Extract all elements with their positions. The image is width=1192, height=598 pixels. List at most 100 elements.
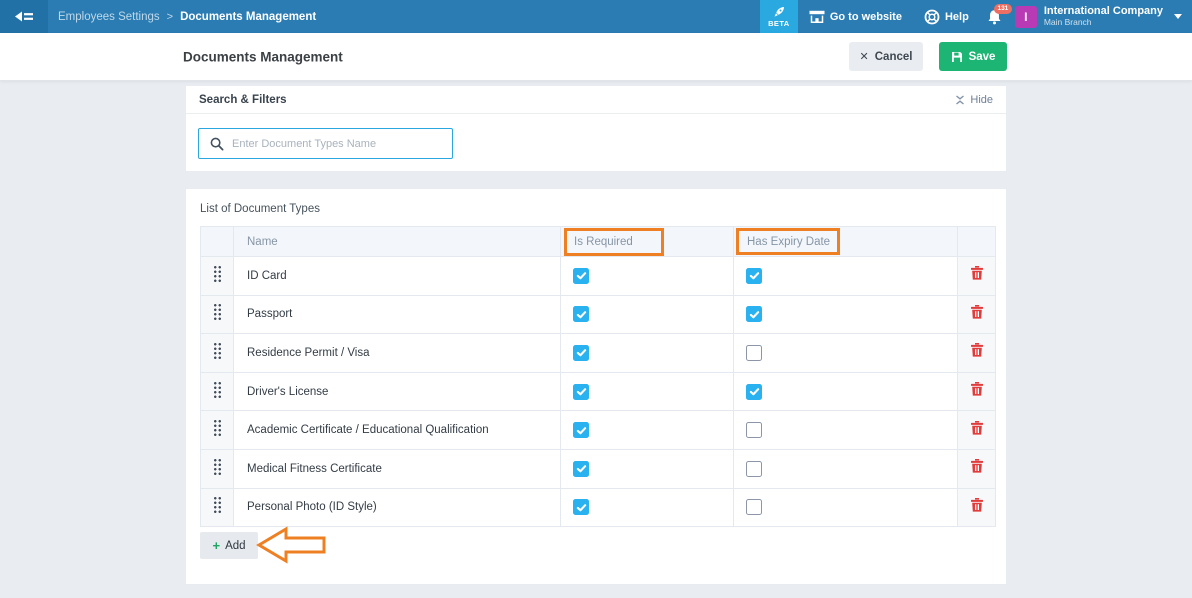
check-mark-icon — [749, 386, 760, 397]
hide-label: Hide — [970, 94, 993, 106]
cancel-label: Cancel — [875, 51, 913, 63]
drag-handle-icon[interactable] — [213, 496, 222, 513]
delete-cell — [958, 334, 996, 373]
drag-handle-cell — [201, 334, 234, 373]
search-filters-title: Search & Filters — [199, 94, 287, 106]
topbar-right: BETA Go to website — [760, 0, 1192, 33]
is-required-cell — [561, 411, 734, 450]
has-expiry-checkbox[interactable] — [746, 384, 762, 400]
delete-cell — [958, 295, 996, 334]
drag-handle-cell — [201, 295, 234, 334]
has-expiry-checkbox[interactable] — [746, 499, 762, 515]
delete-icon[interactable] — [971, 421, 983, 435]
is-required-checkbox[interactable] — [573, 384, 589, 400]
delete-icon[interactable] — [971, 266, 983, 280]
table-row: ID Card — [201, 257, 996, 296]
handle-column-header — [201, 227, 234, 257]
action-buttons: ✕ Cancel Save — [849, 33, 1007, 80]
delete-cell — [958, 449, 996, 488]
notifications-button[interactable]: 131 — [986, 9, 1003, 25]
is-required-checkbox[interactable] — [573, 268, 589, 284]
go-to-website-label: Go to website — [830, 11, 902, 23]
search-icon — [199, 137, 232, 151]
delete-icon[interactable] — [971, 305, 983, 319]
document-name: Academic Certificate / Educational Quali… — [234, 411, 561, 450]
drag-handle-icon[interactable] — [213, 419, 222, 436]
storefront-icon — [809, 10, 825, 23]
help-button[interactable]: Help — [924, 9, 969, 25]
delete-icon[interactable] — [971, 498, 983, 512]
drag-handle-icon[interactable] — [213, 342, 222, 359]
life-buoy-icon — [924, 9, 940, 25]
action-bar: Documents Management ✕ Cancel Save — [0, 33, 1192, 81]
notification-count-badge: 131 — [994, 4, 1012, 15]
company-logo: I — [1015, 6, 1037, 28]
is-required-checkbox[interactable] — [573, 422, 589, 438]
has-expiry-cell — [734, 449, 958, 488]
drag-handle-icon[interactable] — [213, 303, 222, 320]
has-expiry-checkbox[interactable] — [746, 461, 762, 477]
company-selector[interactable]: I International Company Main Branch — [1015, 5, 1182, 27]
plus-icon: + — [212, 539, 220, 552]
drag-handle-icon[interactable] — [213, 381, 222, 398]
is-required-checkbox[interactable] — [573, 345, 589, 361]
has-expiry-checkbox[interactable] — [746, 306, 762, 322]
document-name: Driver's License — [234, 372, 561, 411]
delete-icon[interactable] — [971, 343, 983, 357]
go-to-website-button[interactable]: Go to website — [809, 10, 902, 23]
table-row: Medical Fitness Certificate — [201, 449, 996, 488]
company-branch: Main Branch — [1044, 18, 1163, 28]
cancel-button[interactable]: ✕ Cancel — [849, 42, 923, 71]
save-label: Save — [969, 51, 996, 63]
search-row — [186, 114, 1006, 159]
is-required-checkbox[interactable] — [573, 499, 589, 515]
breadcrumb-parent[interactable]: Employees Settings — [58, 11, 160, 23]
is-required-checkbox[interactable] — [573, 461, 589, 477]
add-document-type-button[interactable]: + Add — [200, 532, 258, 559]
check-mark-icon — [576, 463, 587, 474]
floppy-disk-icon — [951, 51, 963, 63]
has-expiry-cell — [734, 372, 958, 411]
check-mark-icon — [576, 386, 587, 397]
document-types-search-input[interactable] — [232, 129, 452, 158]
collapse-vertical-icon — [955, 95, 965, 105]
has-expiry-checkbox[interactable] — [746, 268, 762, 284]
drag-handle-cell — [201, 411, 234, 450]
search-filters-panel: Search & Filters Hide — [185, 85, 1007, 172]
drag-handle-icon[interactable] — [213, 458, 222, 475]
is-required-checkbox[interactable] — [573, 306, 589, 322]
menu-collapse-left-arrow-icon — [15, 10, 33, 23]
breadcrumb-separator: > — [167, 11, 173, 23]
drag-handle-cell — [201, 257, 234, 296]
company-text: International Company Main Branch — [1044, 5, 1163, 27]
is-required-column-header: Is Required — [561, 227, 734, 257]
delete-icon[interactable] — [971, 459, 983, 473]
has-expiry-cell — [734, 411, 958, 450]
is-required-cell — [561, 257, 734, 296]
document-name: Passport — [234, 295, 561, 334]
has-expiry-checkbox[interactable] — [746, 422, 762, 438]
delete-icon[interactable] — [971, 382, 983, 396]
has-expiry-checkbox[interactable] — [746, 345, 762, 361]
breadcrumb: Employees Settings > Documents Managemen… — [58, 11, 316, 23]
check-mark-icon — [576, 347, 587, 358]
save-button[interactable]: Save — [939, 42, 1007, 71]
table-header-row: Name Is Required Has Expiry Date — [201, 227, 996, 257]
delete-column-header — [958, 227, 996, 257]
has-expiry-cell — [734, 295, 958, 334]
document-name: Personal Photo (ID Style) — [234, 488, 561, 527]
table-row: Passport — [201, 295, 996, 334]
name-column-header: Name — [234, 227, 561, 257]
delete-cell — [958, 488, 996, 527]
drag-handle-cell — [201, 449, 234, 488]
search-box — [198, 128, 453, 159]
has-expiry-cell — [734, 257, 958, 296]
hide-filters-toggle[interactable]: Hide — [955, 94, 993, 106]
rocket-icon — [773, 6, 785, 18]
collapse-menu-button[interactable] — [0, 0, 48, 33]
add-label: Add — [225, 540, 245, 552]
check-mark-icon — [576, 309, 587, 320]
list-title: List of Document Types — [200, 203, 1006, 215]
drag-handle-icon[interactable] — [213, 265, 222, 282]
check-mark-icon — [576, 425, 587, 436]
